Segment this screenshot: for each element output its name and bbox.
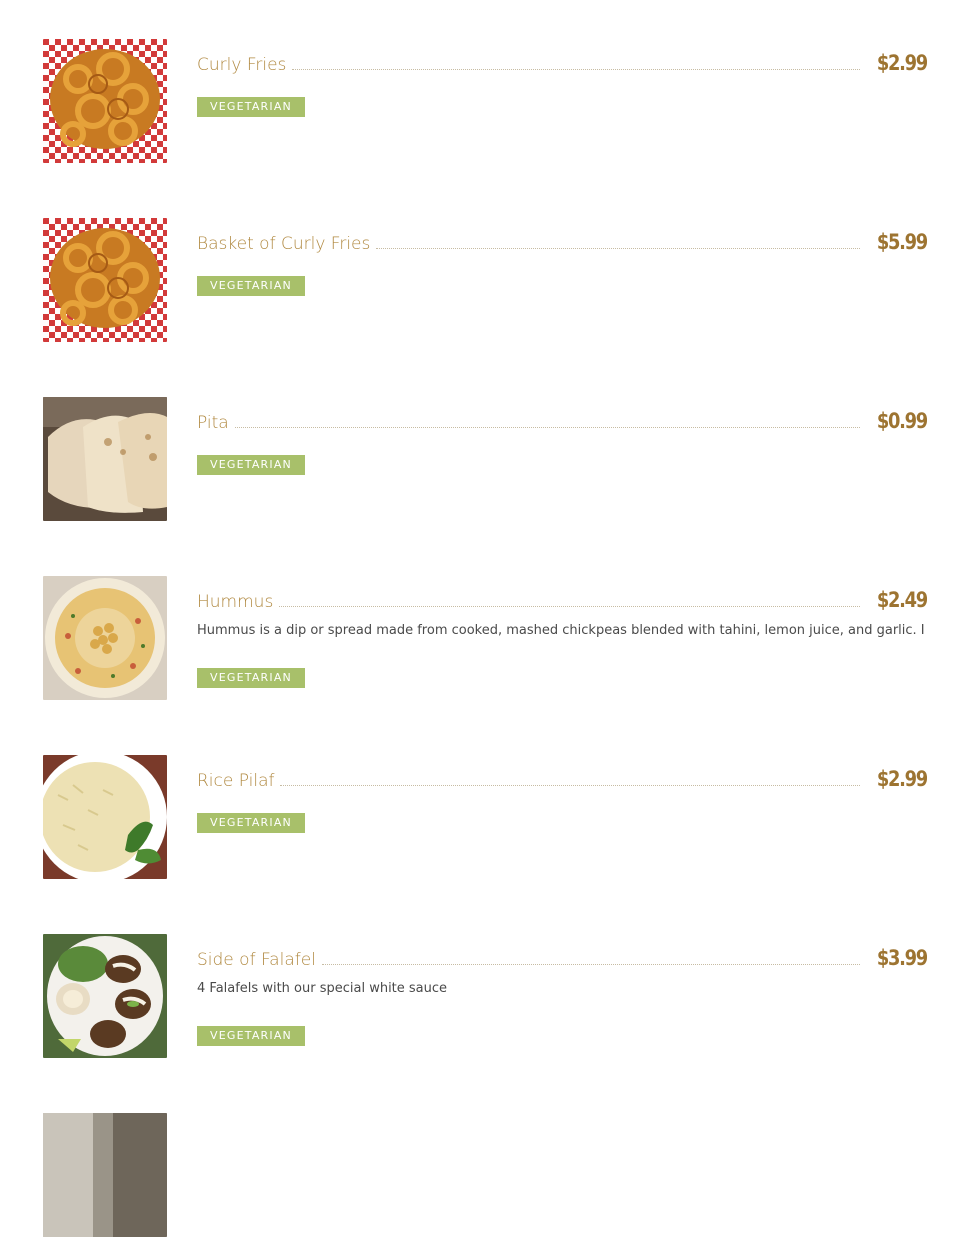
item-name[interactable]: Hummus [197, 591, 279, 613]
dotted-leader [376, 248, 861, 249]
item-name[interactable]: Rice Pilaf [197, 770, 280, 792]
menu-item[interactable]: Pita $0.99 VEGETARIAN [0, 358, 970, 537]
menu-item[interactable]: Hummus $2.49 Hummus is a dip or spread m… [0, 537, 970, 716]
falafel-image[interactable] [43, 934, 167, 1058]
curly-fries-basket-image[interactable] [43, 218, 167, 342]
partial-item-image[interactable] [43, 1113, 167, 1237]
item-price: $0.99 [876, 409, 928, 433]
vegetarian-badge: VEGETARIAN [197, 97, 305, 117]
title-row: Pita $0.99 [197, 404, 928, 434]
menu-item[interactable]: Curly Fries $2.99 VEGETARIAN [0, 0, 970, 179]
item-price: $3.99 [876, 946, 928, 970]
dotted-leader [321, 964, 861, 965]
vegetarian-badge: VEGETARIAN [197, 1026, 305, 1046]
menu-item[interactable]: Basket of Curly Fries $5.99 VEGETARIAN [0, 179, 970, 358]
vegetarian-badge: VEGETARIAN [197, 455, 305, 475]
title-row: Hummus $2.49 [197, 583, 928, 613]
item-price: $2.99 [876, 51, 928, 75]
item-price: $2.49 [876, 588, 928, 612]
dotted-leader [234, 427, 861, 428]
curly-fries-image[interactable] [43, 39, 167, 163]
pita-image[interactable] [43, 397, 167, 521]
rice-pilaf-image[interactable] [43, 755, 167, 879]
title-row: Curly Fries $2.99 [197, 46, 928, 76]
item-description: 4 Falafels with our special white sauce [197, 981, 448, 996]
menu-item[interactable]: Rice Pilaf $2.99 VEGETARIAN [0, 716, 970, 895]
dotted-leader [280, 785, 861, 786]
vegetarian-badge: VEGETARIAN [197, 813, 305, 833]
item-name[interactable]: Basket of Curly Fries [197, 233, 376, 255]
item-description: Hummus is a dip or spread made from cook… [197, 623, 925, 638]
item-price: $5.99 [876, 230, 928, 254]
dotted-leader [292, 69, 861, 70]
vegetarian-badge: VEGETARIAN [197, 276, 305, 296]
menu-item[interactable]: Side of Falafel $3.99 4 Falafels with ou… [0, 895, 970, 1074]
item-price: $2.99 [876, 767, 928, 791]
item-name[interactable]: Pita [197, 412, 235, 434]
title-row: Side of Falafel $3.99 [197, 941, 928, 971]
item-name[interactable]: Side of Falafel [197, 949, 322, 971]
menu-item[interactable] [0, 1074, 970, 1253]
title-row: Basket of Curly Fries $5.99 [197, 225, 928, 255]
vegetarian-badge: VEGETARIAN [197, 668, 305, 688]
dotted-leader [279, 606, 861, 607]
hummus-image[interactable] [43, 576, 167, 700]
menu-list: Curly Fries $2.99 VEGETARIAN Basket of C… [0, 0, 970, 1237]
item-name[interactable]: Curly Fries [197, 54, 292, 76]
title-row: Rice Pilaf $2.99 [197, 762, 928, 792]
